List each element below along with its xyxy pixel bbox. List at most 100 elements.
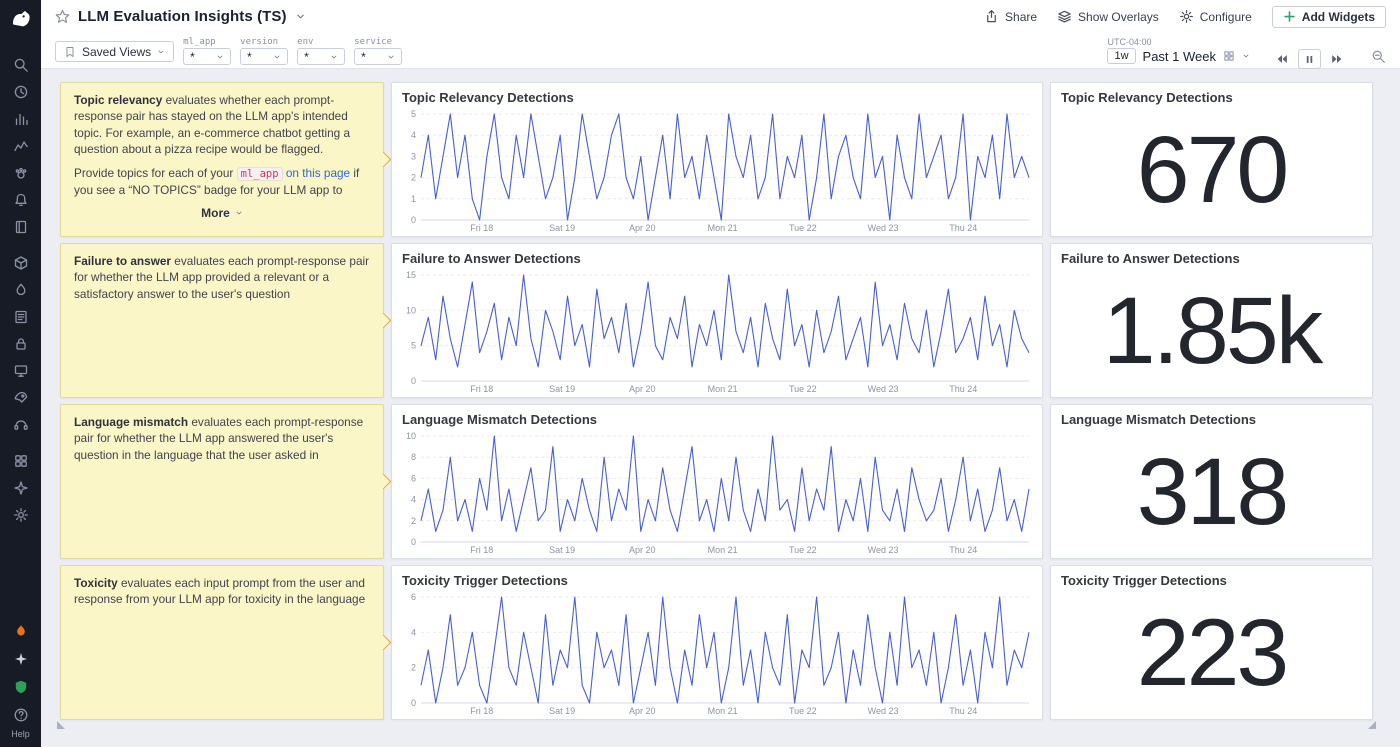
- timeseries-widget-failure-to-answer[interactable]: Failure to Answer Detections 051015Fri 1…: [391, 243, 1043, 398]
- widget-title: Failure to Answer Detections: [392, 244, 1042, 268]
- sidebar-item-software-delivery[interactable]: [8, 388, 34, 408]
- query-value-widget-failure-to-answer[interactable]: Failure to Answer Detections 1.85k: [1050, 243, 1373, 398]
- template-variable-env: env *: [297, 37, 345, 65]
- star-icon[interactable]: [55, 9, 70, 24]
- timeseries-chart[interactable]: 0246Fri 18Sat 19Apr 20Mon 21Tue 22Wed 23…: [397, 591, 1037, 717]
- saved-views-dropdown[interactable]: Saved Views: [55, 41, 174, 62]
- sidebar-item-logs[interactable]: [8, 307, 34, 327]
- svg-text:Sat 19: Sat 19: [549, 384, 575, 394]
- svg-text:2: 2: [411, 663, 416, 673]
- query-value-widget-topic-relevancy[interactable]: Topic Relevancy Detections 670: [1050, 82, 1373, 237]
- error-tracking-flame-icon[interactable]: [8, 621, 34, 641]
- template-variable-service: service *: [354, 37, 402, 65]
- sidebar-item-dashboards[interactable]: [8, 109, 34, 129]
- pause-icon: [1304, 54, 1315, 65]
- resize-handle[interactable]: [57, 721, 65, 729]
- datadog-logo[interactable]: [8, 6, 34, 37]
- svg-text:Mon 21: Mon 21: [708, 545, 738, 555]
- chevron-down-icon: [273, 53, 281, 61]
- timeseries-widget-language-mismatch[interactable]: Language Mismatch Detections 0246810Fri …: [391, 404, 1043, 559]
- note-lead: Toxicity: [74, 576, 118, 590]
- sidebar-item-llm-observability[interactable]: [8, 478, 34, 498]
- variable-value: *: [247, 50, 252, 64]
- zoom-out-magnifier-icon[interactable]: [1371, 49, 1386, 64]
- timeseries-widget-toxicity[interactable]: Toxicity Trigger Detections 0246Fri 18Sa…: [391, 565, 1043, 720]
- svg-text:10: 10: [406, 431, 416, 441]
- time-range-label[interactable]: Past 1 Week: [1143, 49, 1216, 64]
- share-button[interactable]: Share: [984, 9, 1037, 24]
- svg-text:Fri 18: Fri 18: [470, 545, 493, 555]
- svg-text:Tue 22: Tue 22: [789, 384, 817, 394]
- note-lead: Language mismatch: [74, 415, 188, 429]
- service-variable-select[interactable]: *: [354, 48, 402, 65]
- configure-button[interactable]: Configure: [1179, 9, 1252, 24]
- note-more-button[interactable]: More: [74, 205, 370, 222]
- rewind-icon[interactable]: [1275, 52, 1289, 66]
- template-variable-ml_app: ml_app *: [183, 37, 231, 65]
- configure-label: Configure: [1200, 10, 1252, 24]
- bits-ai-sparkle-icon[interactable]: [8, 649, 34, 669]
- env-variable-select[interactable]: *: [297, 48, 345, 65]
- sidebar-item-security[interactable]: [8, 334, 34, 354]
- note-widget-failure-to-answer[interactable]: Failure to answer evaluates each prompt-…: [60, 243, 384, 398]
- pause-button[interactable]: [1298, 49, 1321, 69]
- sidebar-item-digital-experience[interactable]: [8, 361, 34, 381]
- sidebar-item-search[interactable]: [8, 55, 34, 75]
- svg-text:3: 3: [411, 151, 416, 161]
- time-range-shortcut[interactable]: 1w: [1107, 48, 1135, 64]
- sidebar-item-service-management[interactable]: [8, 415, 34, 435]
- note-widget-toxicity[interactable]: Toxicity evaluates each input prompt fro…: [60, 565, 384, 720]
- resize-handle[interactable]: [1368, 721, 1376, 729]
- show-overlays-label: Show Overlays: [1078, 10, 1159, 24]
- timeseries-chart[interactable]: 0246810Fri 18Sat 19Apr 20Mon 21Tue 22Wed…: [397, 430, 1037, 556]
- sidebar-item-apm[interactable]: [8, 280, 34, 300]
- timeseries-widget-topic-relevancy[interactable]: Topic Relevancy Detections 012345Fri 18S…: [391, 82, 1043, 237]
- chevron-down-icon: [387, 53, 395, 61]
- chevron-down-icon[interactable]: [1242, 52, 1250, 60]
- svg-text:6: 6: [411, 473, 416, 483]
- svg-text:Apr 20: Apr 20: [629, 384, 656, 394]
- note-link[interactable]: on this page: [286, 166, 350, 180]
- widget-title: Topic Relevancy Detections: [392, 83, 1042, 107]
- template-variable-version: version *: [240, 37, 288, 65]
- sidebar-item-alerts[interactable]: [8, 190, 34, 210]
- svg-text:Apr 20: Apr 20: [629, 706, 656, 716]
- help-label[interactable]: Help: [11, 729, 30, 741]
- widget-title: Toxicity Trigger Detections: [1051, 566, 1372, 590]
- help-icon[interactable]: [8, 705, 34, 725]
- add-widgets-button[interactable]: Add Widgets: [1272, 6, 1386, 28]
- sidebar-item-settings[interactable]: [8, 505, 34, 525]
- layers-icon: [1057, 9, 1072, 24]
- sidebar-item-history[interactable]: [8, 82, 34, 102]
- fast-forward-icon[interactable]: [1330, 52, 1344, 66]
- svg-text:Apr 20: Apr 20: [629, 545, 656, 555]
- ml_app-variable-select[interactable]: *: [183, 48, 231, 65]
- sidebar-item-watchdog[interactable]: [8, 163, 34, 183]
- chevron-down-icon: [330, 53, 338, 61]
- query-value: 223: [1051, 590, 1372, 717]
- sidebar-item-notebooks[interactable]: [8, 217, 34, 237]
- security-shield-icon[interactable]: [8, 677, 34, 697]
- note-widget-topic-relevancy[interactable]: Topic relevancy evaluates whether each p…: [60, 82, 384, 237]
- calendar-grid-icon[interactable]: [1223, 50, 1235, 62]
- time-transport-controls: [1275, 49, 1344, 69]
- sidebar-item-integrations[interactable]: [8, 451, 34, 471]
- note-widget-language-mismatch[interactable]: Language mismatch evaluates each prompt-…: [60, 404, 384, 559]
- svg-text:Tue 22: Tue 22: [789, 223, 817, 233]
- note-text: Failure to answer evaluates each prompt-…: [74, 253, 370, 302]
- gear-icon: [1179, 9, 1194, 24]
- svg-text:2: 2: [411, 173, 416, 183]
- query-value-widget-toxicity[interactable]: Toxicity Trigger Detections 223: [1050, 565, 1373, 720]
- timeseries-chart[interactable]: 051015Fri 18Sat 19Apr 20Mon 21Tue 22Wed …: [397, 269, 1037, 395]
- sidebar-item-infrastructure[interactable]: [8, 253, 34, 273]
- version-variable-select[interactable]: *: [240, 48, 288, 65]
- timeseries-chart[interactable]: 012345Fri 18Sat 19Apr 20Mon 21Tue 22Wed …: [397, 108, 1037, 234]
- title-chevron-down-icon[interactable]: [295, 11, 306, 22]
- show-overlays-button[interactable]: Show Overlays: [1057, 9, 1159, 24]
- query-value-widget-language-mismatch[interactable]: Language Mismatch Detections 318: [1050, 404, 1373, 559]
- svg-text:Wed 23: Wed 23: [868, 545, 899, 555]
- page-title: LLM Evaluation Insights (TS): [78, 8, 287, 25]
- svg-text:Thu 24: Thu 24: [949, 545, 977, 555]
- variable-value: *: [361, 50, 366, 64]
- sidebar-item-metrics[interactable]: [8, 136, 34, 156]
